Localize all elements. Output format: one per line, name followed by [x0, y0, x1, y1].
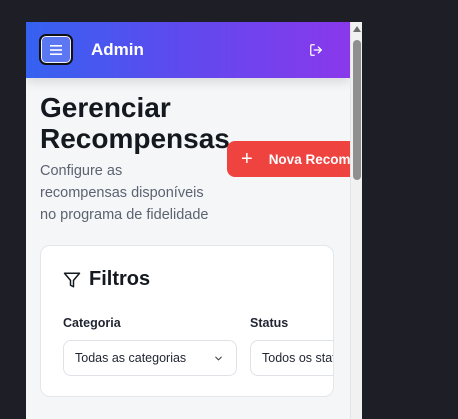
status-selected-value: Todos os status: [262, 351, 333, 365]
category-select[interactable]: Todas as categorias: [63, 340, 237, 376]
plus-icon: +: [241, 148, 253, 170]
filter-icon: [63, 272, 81, 287]
app-viewport: Admin Gerenciar Recompensas Configure as…: [26, 22, 350, 419]
category-label: Categoria: [63, 316, 121, 330]
menu-button[interactable]: [39, 34, 73, 65]
scroll-up-arrow-icon[interactable]: [353, 26, 361, 32]
top-header: Admin: [26, 22, 350, 78]
filters-header: Filtros: [63, 268, 150, 291]
category-selected-value: Todas as categorias: [75, 351, 187, 365]
vertical-scrollbar[interactable]: [350, 22, 362, 419]
status-select[interactable]: Todos os status: [250, 340, 333, 376]
status-label: Status: [250, 316, 289, 330]
page-subtitle: Configure as recompensas disponíveis no …: [40, 163, 209, 223]
logout-icon: [310, 44, 322, 56]
app-title: Admin: [91, 40, 144, 59]
page-title: Gerenciar Recompensas: [40, 92, 230, 154]
logout-button[interactable]: [304, 38, 328, 62]
new-reward-button[interactable]: + Nova Recompensa: [227, 141, 350, 177]
filters-title: Filtros: [89, 268, 151, 290]
scrollbar-thumb[interactable]: [353, 40, 361, 180]
menu-icon: [50, 44, 62, 55]
chevron-down-icon: [215, 356, 222, 361]
new-reward-label: Nova Recompensa: [268, 151, 350, 167]
filters-card: Filtros Categoria Todas as categorias St…: [40, 245, 334, 397]
